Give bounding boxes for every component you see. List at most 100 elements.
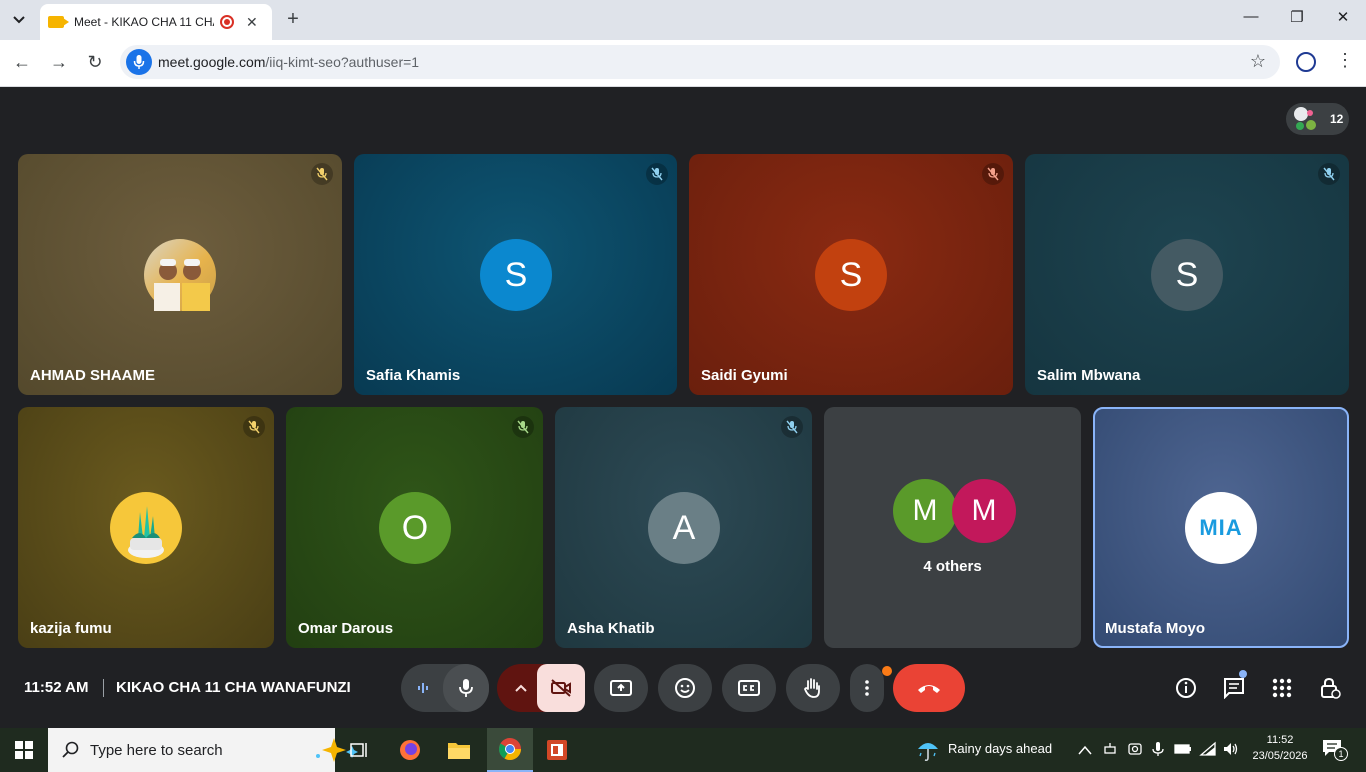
mia-logo-avatar: MIA (1185, 492, 1257, 564)
bookmark-star-icon[interactable]: ☆ (1250, 51, 1266, 72)
notification-center-icon[interactable]: 1 (1322, 739, 1348, 761)
show-hidden-icons-chevron-icon[interactable] (1078, 742, 1094, 758)
browser-tabstrip: Meet - KIKAO CHA 11 CHA ✕ + — ❐ ✕ (0, 0, 1366, 40)
raise-hand-button[interactable] (786, 664, 840, 712)
more-vert-icon (865, 680, 869, 696)
others-avatar-2: M (952, 479, 1016, 543)
chat-icon[interactable] (1222, 676, 1246, 700)
participant-name: Safia Khamis (366, 367, 461, 384)
microphone-button[interactable] (443, 664, 489, 712)
weather-text[interactable]: Rainy days ahead (948, 741, 1052, 756)
muted-mic-icon (646, 163, 668, 185)
muted-mic-icon (1318, 163, 1340, 185)
activities-grid-icon[interactable] (1270, 676, 1294, 700)
tab-close-icon[interactable]: ✕ (246, 14, 258, 31)
participant-count: 12 (1330, 112, 1344, 126)
profile-icon[interactable] (1296, 52, 1316, 72)
present-screen-button[interactable] (594, 664, 648, 712)
participant-initial-avatar: O (379, 492, 451, 564)
meeting-clock: 11:52 AM (24, 679, 89, 696)
taskbar-search-box[interactable]: Type here to search (48, 728, 358, 772)
powerpoint-icon[interactable] (543, 736, 571, 764)
participant-initial-avatar: S (480, 239, 552, 311)
captions-button[interactable] (722, 664, 776, 712)
windows-taskbar: Type here to search Rainy days ahead 11:… (0, 728, 1366, 772)
muted-mic-icon (781, 416, 803, 438)
hang-up-icon (918, 685, 940, 693)
forward-arrow-icon[interactable]: → (47, 52, 71, 73)
recording-indicator-icon (220, 15, 234, 29)
host-controls-lock-icon[interactable] (1318, 676, 1342, 700)
participant-tile[interactable]: S Saidi Gyumi (689, 154, 1013, 395)
browser-toolbar: ← → ↻ meet.google.com/iiq-kimt-seo?authu… (0, 40, 1366, 87)
muted-mic-icon (982, 163, 1004, 185)
participant-tile[interactable]: AHMAD SHAAME (18, 154, 342, 395)
participant-name: Asha Khatib (567, 620, 655, 637)
participant-name: Mustafa Moyo (1105, 620, 1206, 637)
microphone-permission-icon[interactable] (126, 49, 152, 75)
notification-count-badge: 1 (1334, 747, 1348, 761)
camera-group (497, 664, 585, 712)
firefox-icon[interactable] (396, 736, 424, 764)
audio-settings-group (401, 664, 489, 712)
plant-avatar (110, 492, 182, 564)
battery-icon[interactable] (1174, 741, 1192, 759)
windows-start-icon[interactable] (10, 736, 38, 764)
tab-search-chevron-icon[interactable] (6, 8, 32, 32)
rain-weather-icon[interactable] (914, 736, 942, 764)
self-tile[interactable]: MIA Mustafa Moyo (1093, 407, 1349, 648)
chevron-up-icon[interactable] (509, 676, 533, 700)
meet-favicon-icon (48, 16, 69, 28)
chat-notification-dot (1239, 670, 1247, 678)
participant-tile[interactable]: S Safia Khamis (354, 154, 677, 395)
others-count-label: 4 others (923, 558, 982, 575)
participant-avatars-icon (1294, 107, 1320, 131)
new-tab-button[interactable]: + (282, 8, 304, 30)
participant-name: Omar Darous (298, 620, 394, 637)
close-window-icon[interactable]: ✕ (1328, 8, 1358, 26)
task-view-icon[interactable] (346, 736, 374, 764)
meeting-details-icon[interactable] (1174, 676, 1198, 700)
reload-icon[interactable]: ↻ (83, 52, 107, 73)
system-clock[interactable]: 11:52 23/05/2026 (1250, 732, 1310, 764)
participants-button[interactable]: 12 (1286, 103, 1349, 135)
minimize-icon[interactable]: — (1236, 8, 1266, 25)
emoji-icon (675, 678, 695, 698)
taskbar-search-placeholder: Type here to search (90, 741, 223, 759)
muted-mic-icon (512, 416, 534, 438)
reactions-button[interactable] (658, 664, 712, 712)
meeting-title: KIKAO CHA 11 CHA WANAFUNZI (116, 679, 351, 696)
video-off-icon (551, 679, 571, 697)
back-arrow-icon[interactable]: ← (10, 52, 34, 73)
notification-dot (882, 666, 892, 676)
restore-icon[interactable]: ❐ (1282, 8, 1312, 26)
network-share-icon[interactable] (1102, 741, 1120, 759)
more-options-button[interactable] (850, 664, 884, 712)
camera-tray-icon[interactable] (1127, 741, 1145, 759)
search-icon (62, 741, 79, 758)
participant-name: Saidi Gyumi (701, 367, 788, 384)
present-icon (610, 680, 632, 696)
tab-meet[interactable]: Meet - KIKAO CHA 11 CHA ✕ (40, 4, 272, 40)
audio-level-icon[interactable] (411, 676, 435, 700)
participant-initial-avatar: S (1151, 239, 1223, 311)
participant-tile[interactable]: O Omar Darous (286, 407, 543, 648)
url-text: meet.google.com/iiq-kimt-seo?authuser=1 (158, 54, 420, 70)
others-tile[interactable]: M M 4 others (824, 407, 1081, 648)
participant-tile[interactable]: kazija fumu (18, 407, 274, 648)
tab-title: Meet - KIKAO CHA 11 CHA (74, 15, 214, 29)
volume-icon[interactable] (1222, 741, 1240, 759)
wifi-icon[interactable] (1199, 741, 1217, 759)
browser-menu-icon[interactable]: ⋮ (1336, 50, 1354, 71)
microphone-icon (459, 679, 473, 697)
address-bar[interactable]: meet.google.com/iiq-kimt-seo?authuser=1 … (120, 45, 1280, 79)
participant-tile[interactable]: A Asha Khatib (555, 407, 812, 648)
clock-date: 23/05/2026 (1252, 750, 1308, 762)
participant-photo-avatar (144, 239, 216, 311)
leave-call-button[interactable] (893, 664, 965, 712)
participant-tile[interactable]: S Salim Mbwana (1025, 154, 1349, 395)
camera-off-button[interactable] (537, 664, 585, 712)
microphone-tray-icon[interactable] (1150, 741, 1168, 759)
taskbar-chrome-active[interactable] (487, 728, 533, 772)
file-explorer-icon[interactable] (445, 736, 473, 764)
